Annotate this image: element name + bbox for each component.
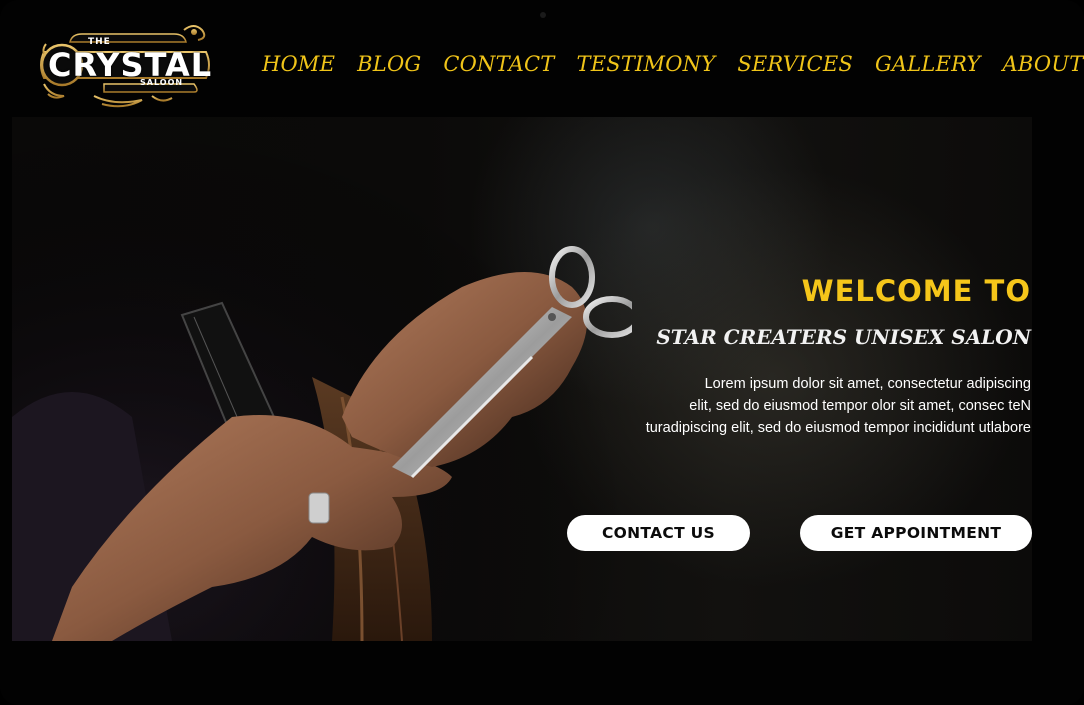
device-frame: THE CRYSTAL SALOON HOME BLOG CONTACT TES… — [0, 0, 1084, 705]
brand-logo[interactable]: THE CRYSTAL SALOON — [34, 22, 216, 108]
hero-description-line: turadipiscing elit, sed do eiusmod tempo… — [645, 420, 1031, 436]
hero-description: Lorem ipsum dolor sit amet, consectetur … — [561, 373, 1031, 439]
logo-name-text: CRYSTAL — [48, 46, 213, 84]
nav-services[interactable]: SERVICES — [737, 52, 853, 84]
contact-us-button[interactable]: CONTACT US — [567, 515, 750, 551]
hairdresser-scissors-comb-icon — [12, 117, 632, 641]
nav-gallery[interactable]: GALLERY — [875, 52, 981, 84]
hero-subheading: STAR CREATERS UNISEX SALON — [656, 325, 1031, 349]
get-appointment-button[interactable]: GET APPOINTMENT — [800, 515, 1032, 551]
nav-home[interactable]: HOME — [262, 52, 335, 84]
logo-tagline-text: SALOON — [140, 78, 184, 87]
hero-description-line: elit, sed do eiusmod tempor olor sit ame… — [689, 398, 1031, 414]
nav-about[interactable]: ABOUT — [1003, 52, 1084, 84]
hero-description-line: Lorem ipsum dolor sit amet, consectetur … — [704, 376, 1031, 392]
nav-testimony[interactable]: TESTIMONY — [577, 52, 716, 84]
nav-blog[interactable]: BLOG — [357, 52, 421, 84]
hero-section: WELCOME TO STAR CREATERS UNISEX SALON Lo… — [12, 117, 1032, 641]
hero-heading: WELCOME TO — [801, 274, 1031, 308]
camera-dot — [540, 12, 546, 18]
nav-contact[interactable]: CONTACT — [443, 52, 554, 84]
main-nav: HOME BLOG CONTACT TESTIMONY SERVICES GAL… — [262, 52, 1083, 84]
